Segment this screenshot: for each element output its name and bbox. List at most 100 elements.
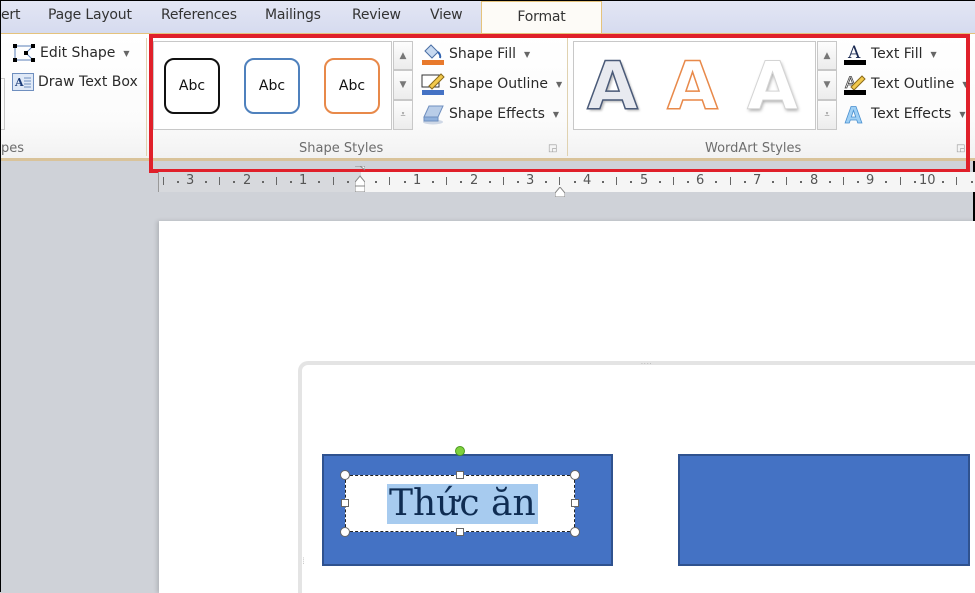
ruler-dot	[772, 181, 775, 183]
ruler-dot	[460, 181, 463, 183]
shape-effects-button[interactable]: Shape Effects ▼	[421, 103, 559, 125]
text-box-icon: A	[12, 73, 34, 91]
shape-outline-button[interactable]: Shape Outline ▼	[421, 73, 562, 95]
ruler-number: 9	[866, 173, 875, 188]
gallery-scroll-up[interactable]: ▲	[393, 41, 413, 70]
wordart-style-orange[interactable]: A	[666, 53, 719, 121]
resize-handle-bottom-right[interactable]	[570, 527, 580, 537]
tab-review[interactable]: Review	[352, 7, 401, 23]
ruler-dot	[261, 181, 264, 183]
ruler-tick	[786, 177, 788, 185]
chevron-down-icon: ▼	[123, 48, 130, 58]
edit-shape-button[interactable]: Edit Shape ▼	[12, 43, 130, 63]
gallery-scroll-down[interactable]: ▼	[393, 70, 413, 100]
ruler-tick	[842, 177, 844, 185]
edit-shape-label: Edit Shape	[40, 45, 116, 61]
resize-handle-bottom[interactable]	[456, 528, 464, 536]
resize-handle-left[interactable]	[341, 499, 349, 507]
wordart-style-gray[interactable]: A	[586, 53, 639, 121]
shape-style-label: Abc	[178, 78, 206, 94]
ruler-number: 2	[470, 173, 479, 188]
ruler-dot	[942, 181, 945, 183]
tab-mailings[interactable]: Mailings	[265, 7, 321, 23]
ruler-dot	[545, 181, 548, 183]
ruler-tick	[219, 177, 221, 185]
tab-insert[interactable]: ert	[1, 7, 20, 23]
shape-fill-button[interactable]: Shape Fill ▼	[421, 43, 530, 65]
text-effects-icon: A	[843, 103, 867, 130]
draw-text-box-button[interactable]: A Draw Text Box	[12, 73, 138, 91]
wordart-styles-group-label: WordArt Styles	[705, 141, 802, 156]
ruler-dot	[658, 181, 661, 183]
ruler-dot	[176, 181, 179, 183]
horizontal-ruler[interactable]: 3 2 1 1 2 3 4 5 6 7 8 9 10	[158, 165, 975, 198]
tab-references[interactable]: References	[161, 7, 237, 23]
resize-handle-right[interactable]	[571, 499, 579, 507]
svg-text:A: A	[14, 76, 24, 89]
text-fill-icon: A	[843, 43, 867, 65]
resize-handle-top-right[interactable]	[570, 470, 580, 480]
ruler-dot	[403, 181, 406, 183]
text-box-content[interactable]: Thức ăn	[387, 484, 538, 524]
ruler-dot	[630, 181, 633, 183]
edit-shape-icon	[12, 43, 36, 63]
tab-page-layout[interactable]: Page Layout	[48, 7, 132, 23]
wordart-styles-gallery: A A A	[573, 41, 816, 130]
ruler-tick	[389, 177, 391, 185]
ruler-dot	[715, 181, 718, 183]
shape-style-blue[interactable]: Abc	[244, 58, 300, 114]
wordart-scroll-down[interactable]: ▼	[817, 70, 837, 100]
text-outline-button[interactable]: A Text Outline ▼	[843, 73, 969, 95]
ruler-number: 2	[243, 173, 252, 188]
ruler-dot	[233, 181, 236, 183]
ruler-tick	[502, 177, 504, 185]
resize-handle-top[interactable]	[456, 471, 464, 479]
ruler-dot	[488, 181, 491, 183]
shape-style-label: Abc	[258, 78, 286, 94]
ruler-number: 7	[753, 173, 762, 188]
ruler-tick	[275, 177, 277, 185]
tab-view[interactable]: View	[430, 7, 463, 23]
ruler-tick	[446, 177, 448, 185]
chevron-down-icon: ▼	[959, 109, 966, 119]
ruler-dot	[346, 181, 349, 183]
text-effects-button[interactable]: A Text Effects ▼	[843, 103, 966, 130]
ruler-number: 6	[696, 173, 705, 188]
indent-marker[interactable]	[354, 165, 366, 193]
chevron-down-icon: ▼	[555, 79, 563, 89]
rotate-handle[interactable]	[455, 446, 465, 456]
shape-style-orange[interactable]: Abc	[324, 58, 380, 114]
tab-format[interactable]: Format	[481, 1, 602, 34]
shape-rectangle-2[interactable]	[678, 454, 970, 566]
text-fill-button[interactable]: A Text Fill ▼	[843, 43, 937, 65]
shapes-gallery-edge	[1, 78, 5, 130]
ruler-tick	[332, 177, 334, 185]
ribbon: Edit Shape ▼ A Draw Text Box pes Abc Abc…	[1, 33, 975, 161]
ruler-number: 5	[640, 173, 649, 188]
wordart-more-button[interactable]: ⩡	[817, 100, 837, 130]
paint-bucket-icon	[421, 43, 445, 65]
ruler-tick	[899, 177, 901, 185]
ruler-number: 8	[810, 173, 819, 188]
shape-style-black[interactable]: Abc	[164, 58, 220, 114]
gallery-more-button[interactable]: ⩡	[393, 100, 413, 130]
ruler-dot	[828, 181, 831, 183]
text-outline-label: Text Outline	[871, 76, 955, 92]
chevron-down-icon: ▼	[962, 79, 969, 89]
wordart-scroll-up[interactable]: ▲	[817, 41, 837, 70]
ruler-dot	[318, 181, 321, 183]
wordart-style-white[interactable]: A	[746, 53, 798, 120]
scroll-up-icon: ▲	[399, 50, 407, 61]
text-effects-label: Text Effects	[871, 106, 952, 122]
ruler-number: 10	[919, 173, 936, 188]
wordart-styles-dialog-launcher[interactable]: ◲	[956, 143, 965, 154]
resize-handle-top-left[interactable]	[340, 470, 350, 480]
ruler-tick	[559, 177, 561, 185]
ruler-dot	[573, 181, 576, 183]
chevron-down-icon: ▼	[930, 49, 937, 59]
resize-handle-bottom-left[interactable]	[340, 527, 350, 537]
canvas-resize-handle-top[interactable]: ····	[641, 361, 653, 368]
ruler-dot	[516, 181, 519, 183]
shape-styles-dialog-launcher[interactable]: ◲	[548, 143, 557, 154]
canvas-resize-handle-left[interactable]: ····	[299, 557, 306, 565]
